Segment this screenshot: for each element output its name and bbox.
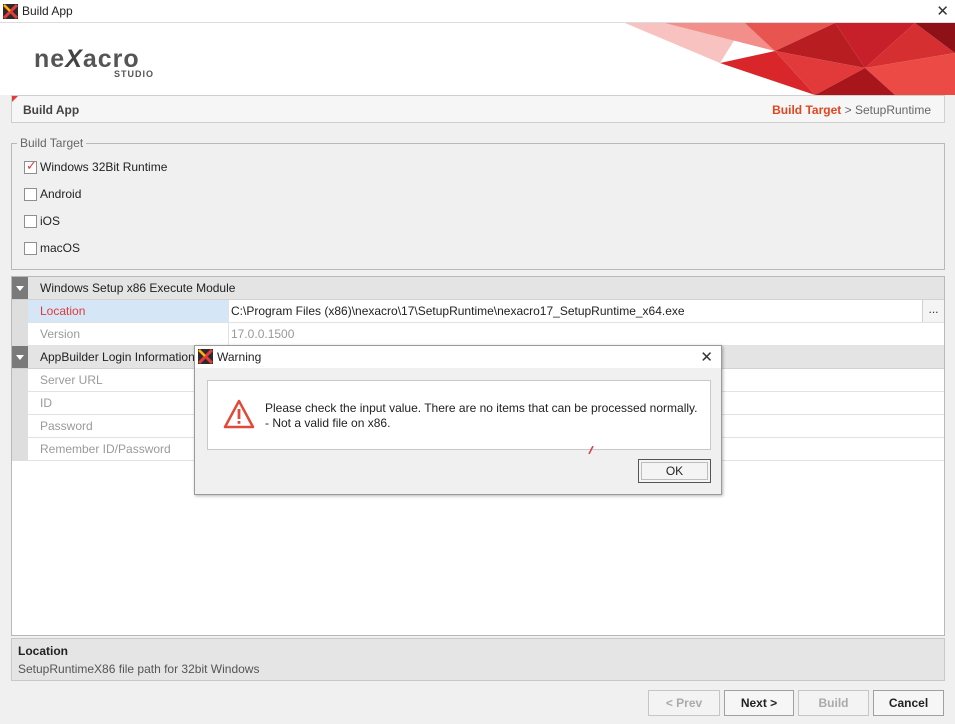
checkbox-macos[interactable]: macOS	[24, 240, 80, 256]
section-windows-setup[interactable]: Windows Setup x86 Execute Module	[12, 277, 944, 300]
breadcrumb-separator: >	[844, 103, 852, 117]
app-icon	[3, 4, 18, 19]
checkbox-icon[interactable]	[24, 241, 37, 255]
breadcrumb-bar: Build App Build Target > SetupRuntime	[11, 95, 945, 123]
header-banner: neXacro STUDIO	[0, 23, 955, 95]
dialog-message-box: Please check the input value. There are …	[207, 380, 711, 450]
checkbox-windows-32bit[interactable]: ✓ Windows 32Bit Runtime	[24, 159, 167, 175]
ok-button[interactable]: OK	[638, 459, 711, 483]
build-target-legend: Build Target	[17, 136, 87, 150]
breadcrumb-build-target: Build Target	[772, 103, 842, 117]
browse-button[interactable]: ...	[922, 300, 944, 322]
description-text: SetupRuntimeX86 file path for 32bit Wind…	[18, 662, 260, 676]
window-titlebar: Build App ✕	[0, 0, 955, 23]
prev-button[interactable]: < Prev	[648, 690, 720, 716]
collapse-icon[interactable]	[12, 346, 28, 368]
dialog-message-line1: Please check the input value. There are …	[265, 401, 698, 415]
prop-location-name: Location	[28, 300, 229, 322]
window-close-icon[interactable]: ✕	[936, 2, 949, 20]
build-target-group: Build Target ✓ Windows 32Bit Runtime And…	[11, 136, 945, 270]
dialog-title: Warning	[217, 350, 262, 364]
dialog-close-icon[interactable]: ✕	[700, 348, 713, 366]
prop-location-value[interactable]: C:\Program Files (x86)\nexacro\17\SetupR…	[231, 304, 685, 318]
decorative-polygon-banner	[625, 23, 955, 95]
checkbox-icon[interactable]: ✓	[24, 159, 37, 174]
checkbox-android[interactable]: Android	[24, 186, 81, 202]
checkbox-ios[interactable]: iOS	[24, 213, 60, 229]
checkbox-icon[interactable]	[24, 214, 37, 228]
collapse-icon[interactable]	[12, 277, 28, 299]
dialog-message-line2: - Not a valid file on x86.	[265, 416, 391, 430]
window-title: Build App	[22, 4, 73, 18]
description-title: Location	[18, 644, 68, 658]
prop-row-version[interactable]: Version 17.0.0.1500	[12, 323, 944, 346]
dialog-titlebar: Warning ✕	[195, 346, 721, 368]
breadcrumb-setup-runtime: SetupRuntime	[854, 103, 931, 117]
breadcrumb: Build Target > SetupRuntime	[772, 103, 931, 117]
cursor-mark	[588, 446, 594, 454]
prop-row-location[interactable]: Location C:\Program Files (x86)\nexacro\…	[12, 300, 944, 323]
page-title: Build App	[23, 103, 80, 117]
nexacro-logo: neXacro STUDIO	[34, 45, 155, 80]
description-panel: Location SetupRuntimeX86 file path for 3…	[11, 638, 945, 681]
warning-icon	[223, 399, 255, 429]
corner-accent	[12, 96, 18, 102]
checkbox-icon[interactable]	[24, 187, 37, 201]
app-icon	[198, 349, 213, 364]
next-button[interactable]: Next >	[724, 690, 794, 716]
prop-version-name: Version	[28, 323, 229, 345]
cancel-button[interactable]: Cancel	[873, 690, 944, 716]
warning-dialog: Warning ✕ Please check the input value. …	[194, 345, 722, 495]
prop-version-value: 17.0.0.1500	[231, 327, 295, 341]
build-button[interactable]: Build	[798, 690, 869, 716]
